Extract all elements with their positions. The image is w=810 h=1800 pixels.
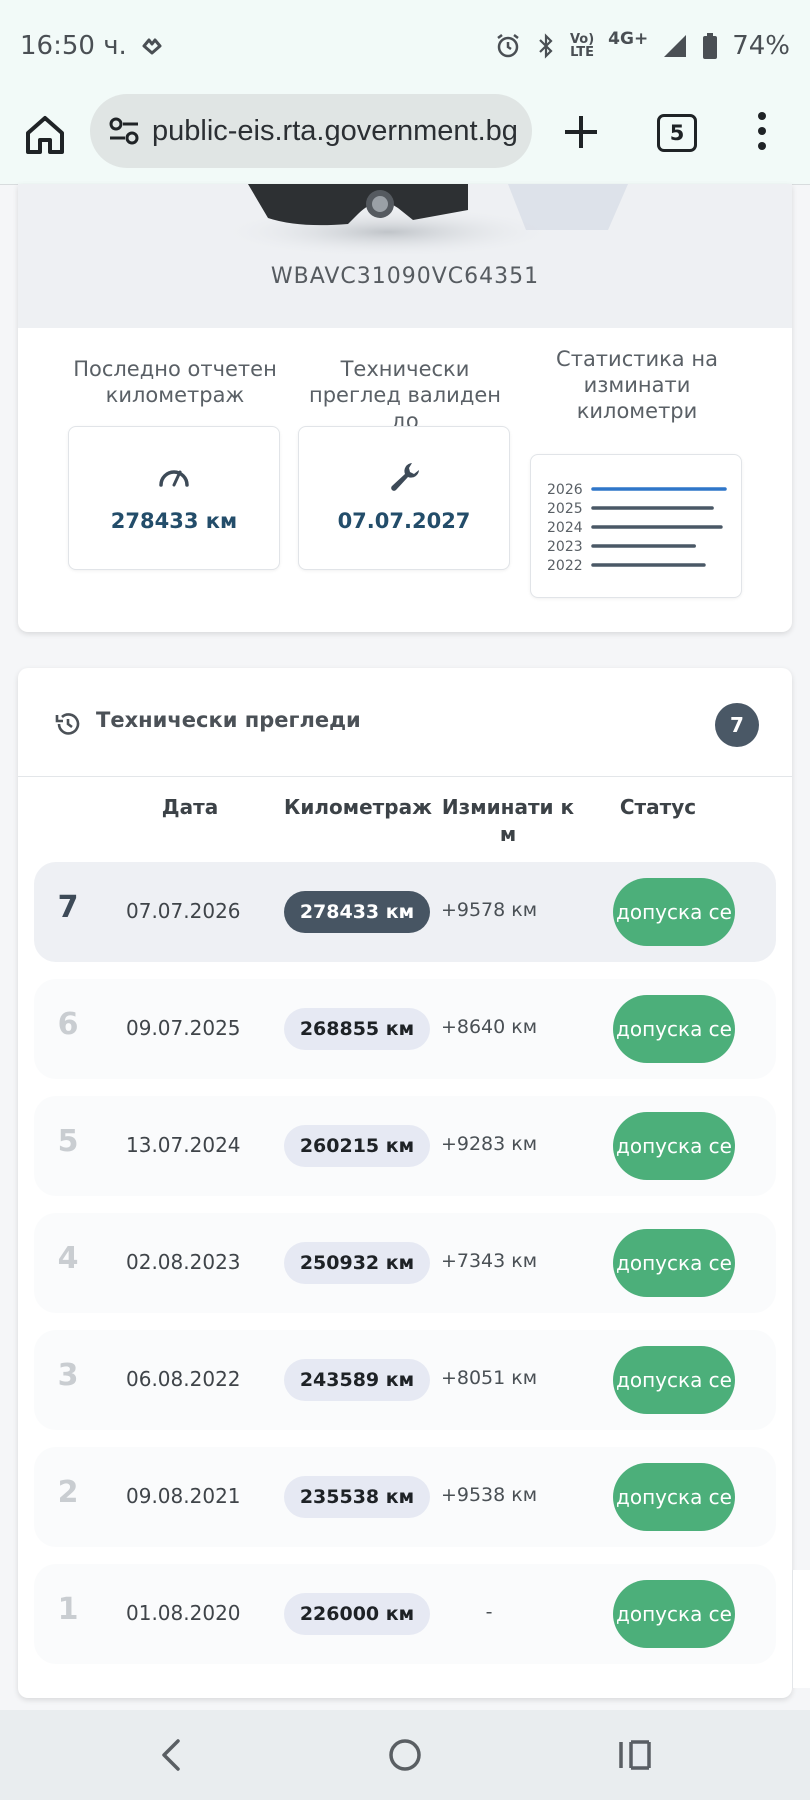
mini-chart-year-label: 2025: [547, 501, 583, 517]
heart-rate-icon: [141, 35, 163, 57]
row-mileage-badge: 278433 км: [284, 891, 430, 933]
status-badge: допуска се: [613, 1580, 735, 1648]
speedometer-icon: [159, 470, 189, 487]
history-icon: [55, 713, 80, 735]
row-date: 02.08.2023: [126, 1250, 241, 1274]
status-badge: допуска се: [613, 1112, 735, 1180]
alarm-icon: [494, 32, 522, 60]
battery-icon: [702, 32, 718, 60]
row-date: 09.07.2025: [126, 1016, 241, 1040]
status-badge: допуска се: [613, 878, 735, 946]
row-number: 7: [57, 890, 79, 925]
inspections-count-badge: 7: [715, 703, 759, 747]
row-date: 09.08.2021: [126, 1484, 241, 1508]
row-mileage-badge: 235538 км: [284, 1476, 430, 1518]
table-row[interactable]: 5 13.07.2024 260215 км +9283 км допуска …: [34, 1096, 776, 1196]
status-badge: допуска се: [613, 1463, 735, 1531]
status-badge: допуска се: [613, 1346, 735, 1414]
table-row[interactable]: 4 02.08.2023 250932 км +7343 км допуска …: [34, 1213, 776, 1313]
stat-last-mileage: Последно отчетен километраж 278433 км: [68, 344, 282, 570]
stat-value: 278433 км: [110, 509, 238, 533]
signal-icon: [662, 33, 688, 59]
row-traveled: +9283 км: [440, 1133, 538, 1155]
home-nav-icon[interactable]: [382, 1732, 428, 1778]
mini-chart-year-label: 2023: [547, 539, 583, 555]
row-traveled: +9578 км: [440, 899, 538, 921]
row-number: 3: [57, 1358, 79, 1393]
stat-box: 07.07.2027: [298, 426, 510, 570]
column-header-traveled: Изминати к м: [441, 795, 575, 846]
back-icon[interactable]: [150, 1732, 196, 1778]
vehicle-summary-card: WBAVC31090VC64351 Последно отчетен килом…: [18, 184, 792, 632]
stat-title: Последно отчетен километраж: [73, 357, 277, 407]
stat-traveled-km: Статистика на изминати километри 2026 202…: [530, 347, 744, 598]
row-traveled: +7343 км: [440, 1250, 538, 1272]
mini-chart-year-label: 2022: [547, 558, 583, 574]
more-menu-icon[interactable]: [754, 108, 770, 154]
row-mileage-badge: 243589 км: [284, 1359, 430, 1401]
row-number: 5: [57, 1124, 79, 1159]
stat-inspection-valid: Технически преглед валиден до 07.07.2027: [298, 344, 512, 570]
inspections-card: Технически прегледи 7 Дата Километраж Из…: [18, 668, 792, 1698]
status-bar: 16:50 ч. Vo) LTE 4G+ 74%: [0, 0, 810, 92]
row-mileage-badge: 250932 км: [284, 1242, 430, 1284]
mini-traveled-chart: 2026 2025 2024 2023 2022: [547, 482, 727, 574]
row-traveled: +8640 км: [440, 1016, 538, 1038]
car-image: [218, 184, 628, 254]
row-mileage-badge: 268855 км: [284, 1008, 430, 1050]
row-date: 13.07.2024: [126, 1133, 241, 1157]
recents-icon[interactable]: [612, 1732, 658, 1778]
column-header-mileage: Километраж: [284, 795, 432, 819]
status-badge: допуска се: [613, 995, 735, 1063]
table-row[interactable]: 3 06.08.2022 243589 км +8051 км допуска …: [34, 1330, 776, 1430]
row-date: 06.08.2022: [126, 1367, 241, 1391]
stat-box[interactable]: 2026 2025 2024 2023 2022: [530, 454, 742, 598]
row-date: 01.08.2020: [126, 1601, 241, 1625]
battery-level: 74%: [732, 31, 790, 61]
row-traveled: +9538 км: [440, 1484, 538, 1506]
table-row[interactable]: 2 09.08.2021 235538 км +9538 км допуска …: [34, 1447, 776, 1547]
network-type: 4G+: [608, 29, 649, 49]
mini-chart-year-label: 2024: [547, 520, 583, 536]
row-number: 1: [57, 1592, 79, 1627]
tab-switcher-button[interactable]: 5: [657, 114, 697, 152]
table-row[interactable]: 7 07.07.2026 278433 км +9578 км допуска …: [34, 862, 776, 962]
clock: 16:50 ч.: [20, 31, 127, 61]
browser-toolbar: public-eis.rta.government.bg 5: [0, 92, 810, 185]
car-image-area: WBAVC31090VC64351: [18, 184, 792, 328]
row-number: 4: [57, 1241, 79, 1276]
row-date: 07.07.2026: [126, 899, 241, 923]
row-number: 2: [57, 1475, 79, 1510]
new-tab-icon[interactable]: [561, 112, 601, 152]
inspections-title: Технически прегледи: [96, 708, 361, 732]
volte-icon: Vo) LTE: [569, 32, 595, 60]
row-mileage-badge: 260215 км: [284, 1125, 430, 1167]
row-traveled: -: [485, 1601, 493, 1623]
system-nav-bar: [0, 1710, 810, 1800]
vin-number: WBAVC31090VC64351: [270, 264, 540, 289]
site-settings-icon[interactable]: [106, 113, 142, 149]
stat-value: 07.07.2027: [337, 509, 471, 533]
status-badge: допуска се: [613, 1229, 735, 1297]
home-icon[interactable]: [22, 112, 68, 158]
background-fragment: [792, 1570, 810, 1688]
wrench-icon: [391, 463, 419, 491]
mini-chart-year-label: 2026: [547, 482, 583, 498]
row-number: 6: [57, 1007, 79, 1042]
url-text: public-eis.rta.government.bg: [152, 114, 518, 147]
url-bar[interactable]: public-eis.rta.government.bg: [90, 94, 532, 168]
table-row[interactable]: 1 01.08.2020 226000 км - допуска се: [34, 1564, 776, 1664]
stat-title: Статистика на изминати километри: [556, 347, 718, 423]
column-header-date: Дата: [161, 795, 219, 819]
stat-box: 278433 км: [68, 426, 280, 570]
inspections-header: Технически прегледи 7: [18, 668, 792, 777]
column-header-status: Статус: [619, 795, 697, 819]
row-mileage-badge: 226000 км: [284, 1593, 430, 1635]
bluetooth-icon: [536, 32, 556, 60]
stat-title: Технически преглед валиден до: [308, 357, 502, 433]
row-traveled: +8051 км: [440, 1367, 538, 1389]
table-row[interactable]: 6 09.07.2025 268855 км +8640 км допуска …: [34, 979, 776, 1079]
